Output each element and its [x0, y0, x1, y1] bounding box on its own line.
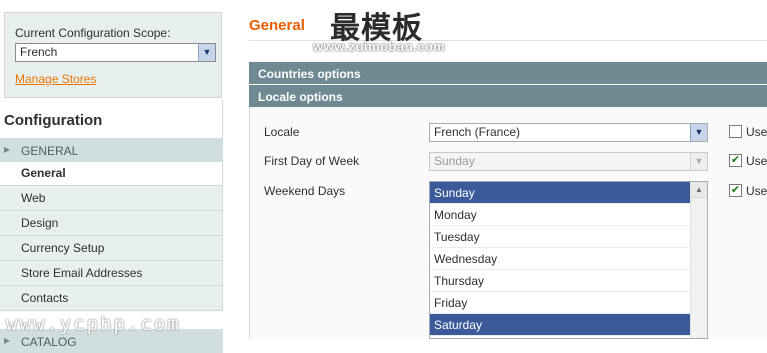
- sidebar-item-design[interactable]: Design: [0, 211, 223, 236]
- chevron-down-icon[interactable]: ▼: [690, 153, 707, 170]
- weekend-option-thursday[interactable]: Thursday: [430, 270, 691, 292]
- locale-label: Locale: [264, 125, 300, 139]
- weekend-days-multiselect[interactable]: Sunday Monday Tuesday Wednesday Thursday…: [429, 181, 708, 339]
- sidebar-item-store-email-addresses[interactable]: Store Email Addresses: [0, 261, 223, 286]
- scope-label: Current Configuration Scope:: [15, 26, 171, 40]
- section-countries-options[interactable]: Countries options: [249, 62, 767, 84]
- multiselect-scrollbar[interactable]: ▲: [690, 182, 707, 338]
- scope-select[interactable]: French ▼: [15, 43, 216, 62]
- first-day-of-week-value: Sunday: [434, 154, 475, 168]
- watermark-url: www.zuimoban.com: [313, 39, 446, 54]
- chevron-down-icon[interactable]: ▼: [198, 44, 215, 61]
- manage-stores-link[interactable]: Manage Stores: [15, 72, 96, 86]
- weekend-option-wednesday[interactable]: Wednesday: [430, 248, 691, 270]
- locale-select-value: French (France): [434, 125, 521, 139]
- group-general[interactable]: ▶ GENERAL: [0, 138, 223, 162]
- triangle-right-icon: ▶: [4, 336, 11, 345]
- first-day-use-default-checkbox[interactable]: ✔: [729, 154, 742, 167]
- group-catalog-label: CATALOG: [21, 335, 77, 349]
- sidebar-item-currency-setup[interactable]: Currency Setup: [0, 236, 223, 261]
- first-day-use-default-label: Use: [746, 154, 767, 168]
- weekend-option-sunday[interactable]: Sunday: [430, 182, 691, 204]
- section-locale-options[interactable]: Locale options: [249, 85, 767, 107]
- weekend-days-label: Weekend Days: [264, 184, 346, 198]
- first-day-of-week-label: First Day of Week: [264, 154, 360, 168]
- weekend-use-default-checkbox[interactable]: ✔: [729, 184, 742, 197]
- weekend-option-saturday[interactable]: Saturday: [430, 314, 691, 336]
- weekend-use-default-label: Use: [746, 184, 767, 198]
- weekend-option-monday[interactable]: Monday: [430, 204, 691, 226]
- sidebar-item-general[interactable]: General: [0, 162, 223, 186]
- scroll-up-icon[interactable]: ▲: [691, 182, 707, 198]
- locale-use-default-checkbox[interactable]: [729, 125, 742, 138]
- configuration-title: Configuration: [0, 100, 223, 138]
- weekend-option-friday[interactable]: Friday: [430, 292, 691, 314]
- sidebar: Current Configuration Scope: French ▼ Ma…: [0, 0, 223, 353]
- sidebar-item-web[interactable]: Web: [0, 186, 223, 211]
- triangle-right-icon: ▶: [4, 145, 11, 154]
- config-nav-list: General Web Design Currency Setup Store …: [0, 162, 223, 311]
- first-day-of-week-select[interactable]: Sunday ▼: [429, 152, 708, 171]
- scope-select-value: French: [20, 45, 58, 59]
- group-general-label: GENERAL: [21, 144, 79, 158]
- locale-use-default-label: Use: [746, 125, 767, 139]
- sidebar-item-contacts[interactable]: Contacts: [0, 286, 223, 311]
- locale-select[interactable]: French (France) ▼: [429, 123, 708, 142]
- scope-switcher: Current Configuration Scope: French ▼ Ma…: [4, 12, 222, 98]
- chevron-down-icon[interactable]: ▼: [690, 124, 707, 141]
- watermark-bottom-url: www.ycphp.com: [6, 313, 181, 335]
- weekend-option-tuesday[interactable]: Tuesday: [430, 226, 691, 248]
- page-title: General: [249, 17, 305, 34]
